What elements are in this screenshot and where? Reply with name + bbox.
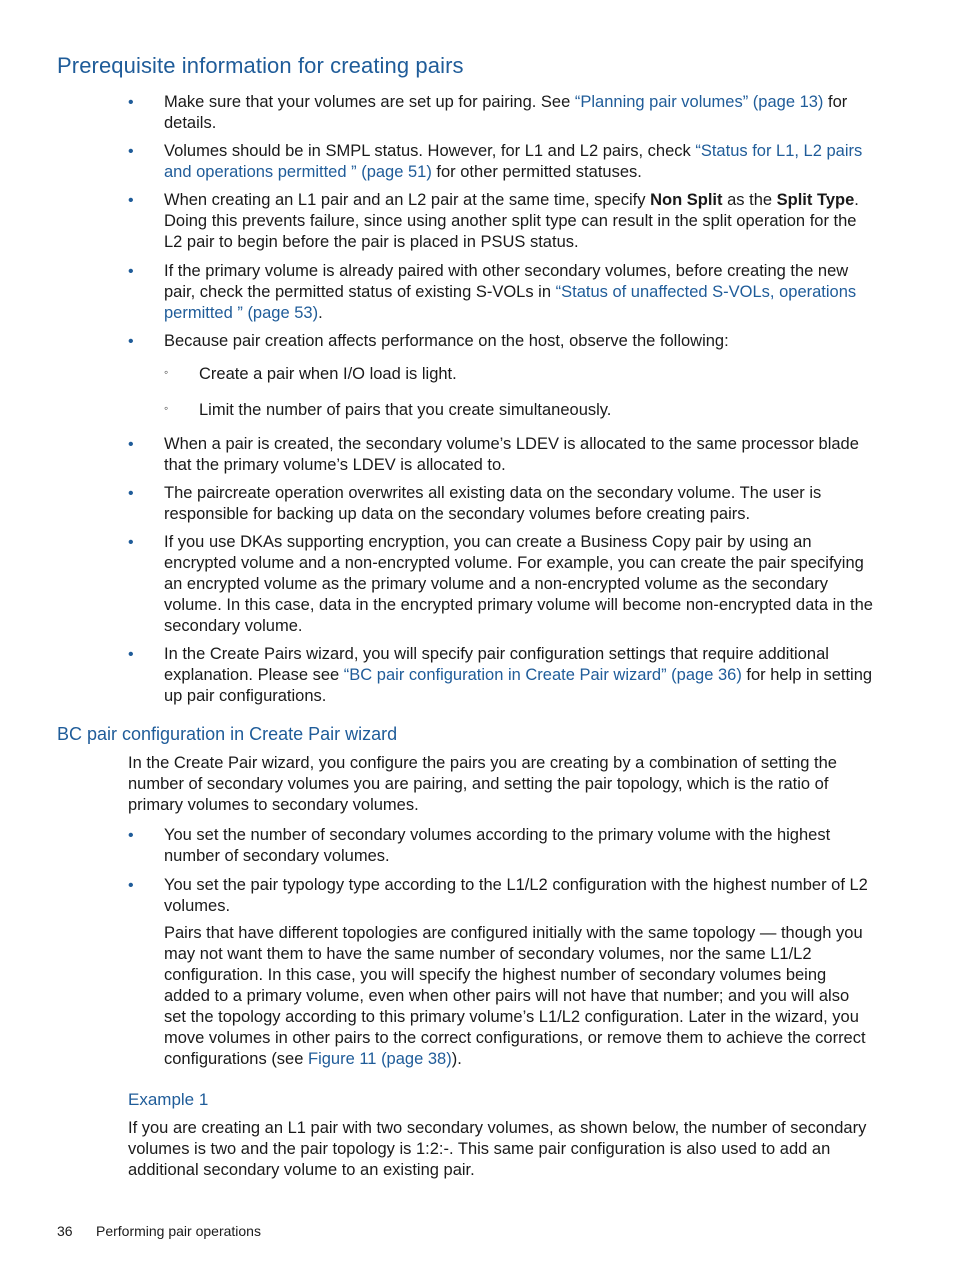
list-item: • When creating an L1 pair and an L2 pai… [128, 191, 859, 251]
page-number: 36 [57, 1223, 73, 1239]
bullet-icon: • [128, 534, 134, 551]
bullet-list: • When creating an L1 pair and an L2 pai… [0, 190, 874, 253]
bullet-list: • If you use DKAs supporting encryption,… [0, 532, 874, 637]
sub-bullet-list: ◦ Create a pair when I/O load is light. [0, 364, 457, 385]
bullet-list: • You set the number of secondary volume… [0, 825, 874, 867]
sub-bullet-icon: ◦ [164, 401, 169, 415]
xref-link[interactable]: “BC pair configuration in Create Pair wi… [344, 666, 742, 684]
bullet-icon: • [128, 877, 134, 894]
bullet-list: • Because pair creation affects performa… [0, 331, 874, 352]
list-item: • In the Create Pairs wizard, you will s… [128, 645, 873, 705]
bullet-list: • Volumes should be in SMPL status. Howe… [0, 141, 874, 183]
xref-link[interactable]: “Planning pair volumes” (page 13) [575, 93, 824, 111]
document-page: Prerequisite information for creating pa… [0, 0, 954, 1271]
intro-paragraph: In the Create Pair wizard, you configure… [128, 754, 837, 814]
list-item: • When a pair is created, the secondary … [128, 435, 859, 474]
bullet-list: • When a pair is created, the secondary … [0, 434, 874, 476]
bullet-icon: • [128, 333, 134, 350]
bullet-list: • If the primary volume is already paire… [0, 261, 874, 324]
bullet-icon: • [128, 192, 134, 209]
bullet-icon: • [128, 485, 134, 502]
list-item: • If you use DKAs supporting encryption,… [128, 533, 873, 635]
chapter-title: Performing pair operations [96, 1223, 261, 1239]
sub-bullet-icon: ◦ [164, 365, 169, 379]
sub-bullet-list: ◦ Limit the number of pairs that you cre… [0, 400, 611, 421]
bullet-list: • The paircreate operation overwrites al… [0, 483, 874, 525]
topology-paragraph: Pairs that have different topologies are… [164, 924, 866, 1068]
bullet-icon: • [128, 263, 134, 280]
sub-list-item: ◦ Limit the number of pairs that you cre… [0, 400, 611, 421]
xref-link[interactable]: Figure 11 (page 38) [308, 1050, 452, 1068]
bullet-icon: • [128, 94, 134, 111]
example-paragraph: If you are creating an L1 pair with two … [128, 1119, 867, 1179]
subsection-title: BC pair configuration in Create Pair wiz… [57, 724, 398, 744]
list-item: • If the primary volume is already paire… [128, 262, 857, 322]
bullet-list: • You set the pair typology type accordi… [0, 875, 874, 917]
sub-list-item: ◦ Create a pair when I/O load is light. [0, 364, 457, 385]
bullet-list: • Make sure that your volumes are set up… [0, 92, 874, 134]
example-title: Example 1 [128, 1090, 209, 1109]
list-item: • Because pair creation affects performa… [128, 332, 729, 350]
bullet-icon: • [128, 436, 134, 453]
page-footer: 36 Performing pair operations [57, 1223, 261, 1239]
bullet-list: • In the Create Pairs wizard, you will s… [0, 644, 874, 707]
list-item: • Make sure that your volumes are set up… [128, 93, 848, 132]
section-title: Prerequisite information for creating pa… [57, 53, 464, 78]
list-item: • The paircreate operation overwrites al… [128, 484, 822, 523]
bullet-icon: • [128, 646, 134, 663]
list-item: • Volumes should be in SMPL status. Howe… [128, 142, 863, 181]
list-item: • You set the pair typology type accordi… [128, 876, 868, 915]
bullet-icon: • [128, 827, 134, 844]
bullet-icon: • [128, 143, 134, 160]
list-item: • You set the number of secondary volume… [128, 826, 831, 865]
